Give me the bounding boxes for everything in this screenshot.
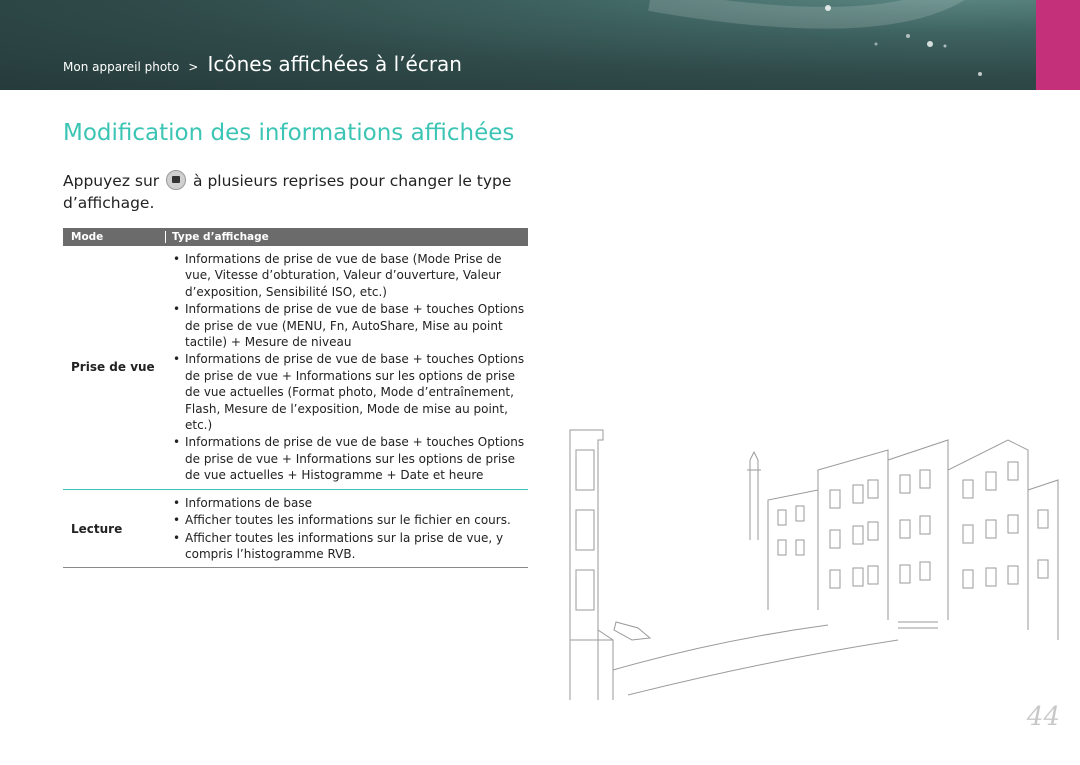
list-item: Informations de prise de vue de base + t… — [173, 351, 528, 433]
list-item: Afficher toutes les informations sur la … — [173, 530, 528, 563]
header-decoration — [648, 0, 982, 76]
column-header-display-type: Type d’affichage — [165, 231, 528, 243]
display-type-cell: Informations de base Afficher toutes les… — [165, 490, 528, 568]
list-item: Afficher toutes les informations sur le … — [173, 512, 528, 529]
table-header: Mode Type d’affichage — [63, 228, 528, 246]
breadcrumb-parent[interactable]: Mon appareil photo — [63, 60, 179, 74]
mode-cell: Prise de vue — [71, 360, 155, 375]
breadcrumb-separator: > — [188, 60, 199, 74]
page-number: 44 — [1026, 702, 1060, 732]
list-item: Informations de base — [173, 495, 528, 512]
intro-text: Appuyez sur à plusieurs reprises pour ch… — [63, 170, 523, 214]
intro-before: Appuyez sur — [63, 172, 160, 190]
table-row: Lecture Informations de base Afficher to… — [63, 490, 528, 569]
city-canal-illustration — [569, 429, 1059, 700]
side-tab[interactable] — [1036, 0, 1080, 90]
table-row: Prise de vue Informations de prise de vu… — [63, 246, 528, 490]
list-item: Informations de prise de vue de base + t… — [173, 301, 528, 350]
list-item: Informations de prise de vue de base (Mo… — [173, 251, 528, 300]
column-header-mode: Mode — [71, 231, 104, 243]
list-item: Informations de prise de vue de base + t… — [173, 434, 528, 483]
breadcrumb-current: Icônes affichées à l’écran — [207, 52, 462, 76]
mode-cell: Lecture — [71, 521, 123, 536]
display-type-cell: Informations de prise de vue de base (Mo… — [165, 246, 528, 489]
page-title: Modification des informations affichées — [63, 120, 515, 146]
breadcrumb: Mon appareil photo > Icônes affichées à … — [63, 52, 462, 76]
display-button-icon — [166, 170, 187, 190]
page-header: Mon appareil photo > Icônes affichées à … — [0, 0, 1036, 90]
display-modes-table: Mode Type d’affichage Prise de vue Infor… — [63, 228, 528, 569]
